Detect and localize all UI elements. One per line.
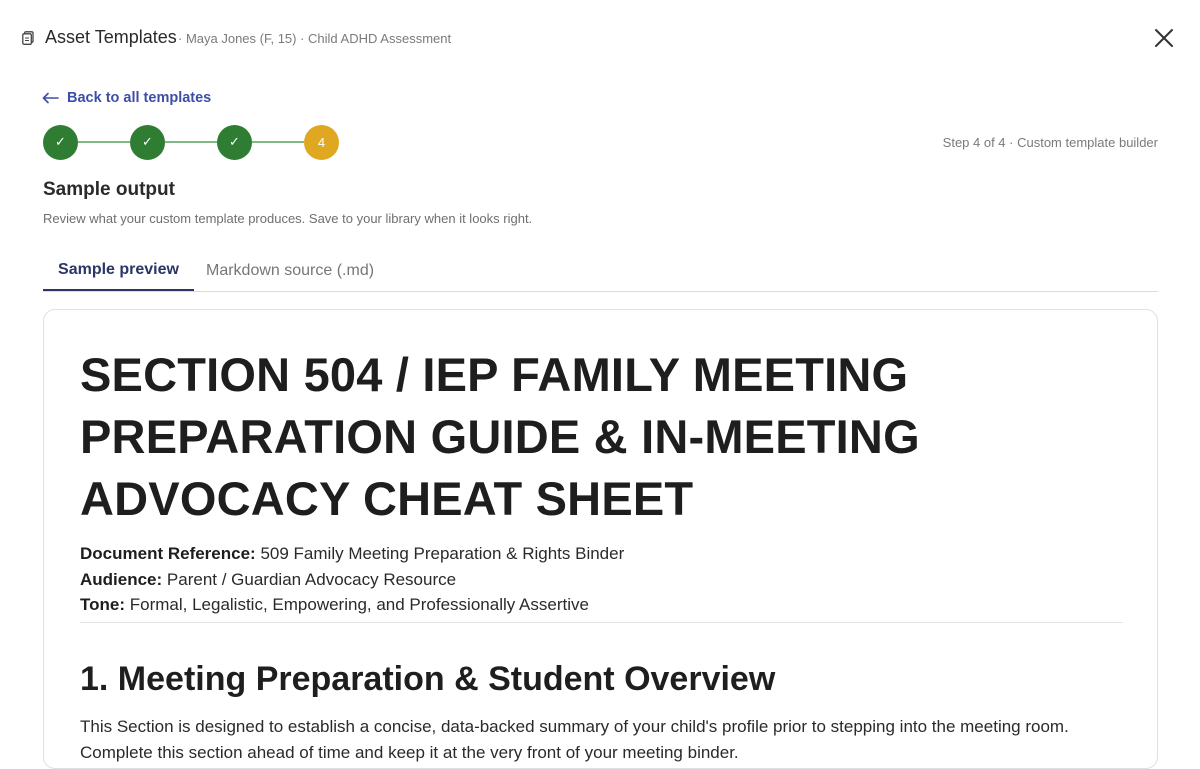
checkmark-icon: ✓ bbox=[142, 134, 153, 149]
section-description: Review what your custom template produce… bbox=[43, 211, 533, 226]
progress-stepper: ✓ ✓ ✓ 4 bbox=[43, 124, 339, 160]
close-icon[interactable] bbox=[1150, 24, 1178, 52]
meta-label: Document Reference: bbox=[80, 544, 256, 563]
tab-markdown-source[interactable]: Markdown source (.md) bbox=[206, 250, 374, 291]
step-number: 4 bbox=[317, 134, 326, 150]
document-icon bbox=[22, 31, 34, 45]
meta-label: Audience: bbox=[80, 570, 163, 589]
step-connector bbox=[78, 141, 130, 143]
step-3-complete: ✓ bbox=[217, 124, 252, 160]
modal-subtitle: · Maya Jones (F, 15) · Child ADHD Assess… bbox=[178, 31, 452, 46]
modal-header: Asset Templates · Maya Jones (F, 15) · C… bbox=[0, 0, 1200, 78]
meta-label: Tone: bbox=[80, 595, 126, 614]
meta-value: Parent / Guardian Advocacy Resource bbox=[166, 570, 457, 589]
tab-sample-preview[interactable]: Sample preview bbox=[43, 250, 194, 291]
step-connector bbox=[252, 141, 304, 143]
step-2-complete: ✓ bbox=[130, 124, 165, 160]
step-connector bbox=[165, 141, 217, 143]
modal-title: Asset Templates bbox=[45, 27, 177, 47]
step-4-current: 4 bbox=[304, 124, 339, 160]
arrow-left-icon bbox=[42, 92, 59, 104]
sample-preview-card: SECTION 504 / IEP FAMILY MEETING PREPARA… bbox=[43, 309, 1158, 769]
tab-bar: Sample preview Markdown source (.md) bbox=[43, 250, 1158, 292]
back-to-templates-link[interactable]: Back to all templates bbox=[42, 90, 211, 106]
section-paragraph: This Section is designed to establish a … bbox=[80, 717, 1069, 762]
checkmark-icon: ✓ bbox=[229, 134, 240, 149]
meta-audience: Audience: Parent / Guardian Advocacy Res… bbox=[80, 570, 456, 590]
step-caption: Step 4 of 4 · Custom template builder bbox=[942, 135, 1158, 150]
meta-value: Formal, Legalistic, Empowering, and Prof… bbox=[129, 595, 589, 614]
divider bbox=[80, 622, 1123, 623]
meta-document-reference: Document Reference: 509 Family Meeting P… bbox=[80, 544, 624, 564]
document-title: SECTION 504 / IEP FAMILY MEETING PREPARA… bbox=[80, 348, 920, 525]
section-title: Sample output bbox=[43, 179, 175, 200]
checkmark-icon: ✓ bbox=[55, 134, 66, 149]
step-1-complete: ✓ bbox=[43, 124, 78, 160]
meta-tone: Tone: Formal, Legalistic, Empowering, an… bbox=[80, 595, 589, 615]
section-heading: 1. Meeting Preparation & Student Overvie… bbox=[80, 660, 776, 698]
back-link-label: Back to all templates bbox=[67, 90, 212, 106]
meta-value: 509 Family Meeting Preparation & Rights … bbox=[260, 544, 625, 563]
